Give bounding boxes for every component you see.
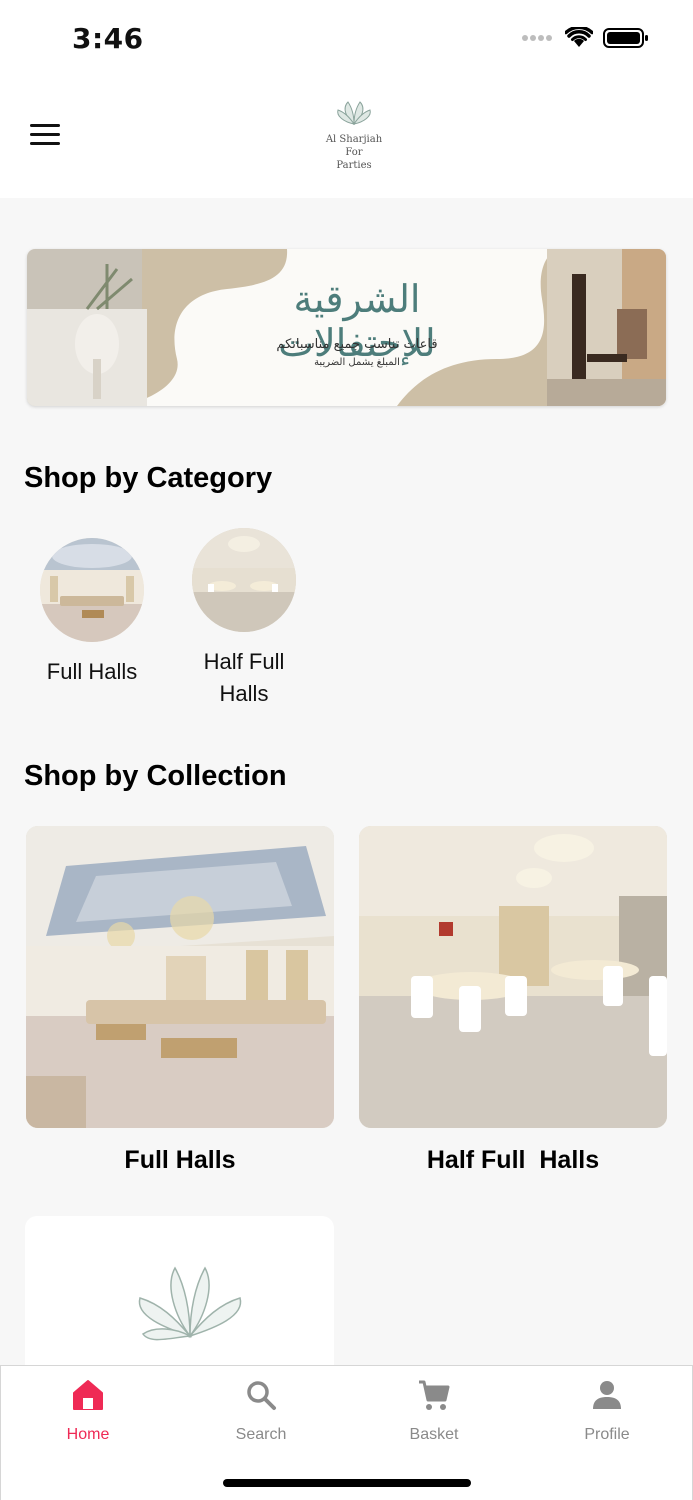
cellular-signal-icon: [522, 35, 552, 41]
battery-icon: [603, 28, 648, 48]
nav-item-home[interactable]: Home: [28, 1374, 148, 1444]
banner-subtitle: قاعات تناسب جميع مناسباتكم: [276, 337, 438, 352]
category-image: [40, 538, 144, 642]
nav-item-basket[interactable]: Basket: [374, 1374, 494, 1444]
hamburger-menu-icon[interactable]: [30, 124, 62, 148]
lily-flower-icon: [138, 1266, 242, 1341]
lily-flower-icon: [337, 101, 371, 126]
category-label: Full Halls: [46, 659, 138, 684]
cart-icon: [374, 1374, 494, 1416]
shop-by-collection-title: Shop by Collection: [24, 760, 287, 792]
collection-half-full-halls[interactable]: Half Full Halls: [359, 826, 667, 1175]
logo-line-1: Al Sharjiah For: [325, 134, 383, 158]
status-bar: 3:46: [0, 0, 693, 78]
nav-label-home: Home: [66, 1426, 110, 1443]
promo-banner[interactable]: الشرقية للإحتفالات قاعات تناسب جميع مناس…: [27, 249, 666, 406]
collection-image: [359, 826, 667, 1128]
app-logo: Al Sharjiah For Parties: [318, 98, 390, 171]
logo-line-2: Parties: [336, 160, 372, 171]
status-time: 3:46: [72, 22, 144, 55]
collection-label: Half Full Halls: [426, 1146, 600, 1174]
nav-item-search[interactable]: Search: [201, 1374, 321, 1444]
category-full-halls[interactable]: Full Halls: [17, 538, 167, 688]
app-header: Al Sharjiah For Parties: [0, 78, 693, 198]
search-icon: [201, 1374, 321, 1416]
banner-note: المبلغ يشمل الضريبة: [314, 357, 400, 368]
nav-label-profile: Profile: [584, 1426, 630, 1443]
collection-image: [26, 826, 334, 1128]
nav-label-basket: Basket: [409, 1426, 459, 1443]
shop-by-category-title: Shop by Category: [24, 462, 273, 494]
home-icon: [28, 1374, 148, 1416]
wifi-icon: [565, 27, 593, 47]
category-half-full-halls[interactable]: Half Full Halls: [169, 528, 319, 710]
collection-full-halls[interactable]: Full Halls: [26, 826, 334, 1175]
profile-icon: [547, 1374, 667, 1416]
home-indicator: [223, 1479, 471, 1487]
nav-item-profile[interactable]: Profile: [547, 1374, 667, 1444]
nav-label-search: Search: [235, 1426, 287, 1443]
collection-label: Full Halls: [124, 1146, 236, 1174]
category-image: [192, 528, 296, 632]
collection-logo-card[interactable]: [25, 1216, 334, 1376]
category-label: Half Full Halls: [203, 649, 285, 706]
status-icons: [521, 27, 649, 49]
